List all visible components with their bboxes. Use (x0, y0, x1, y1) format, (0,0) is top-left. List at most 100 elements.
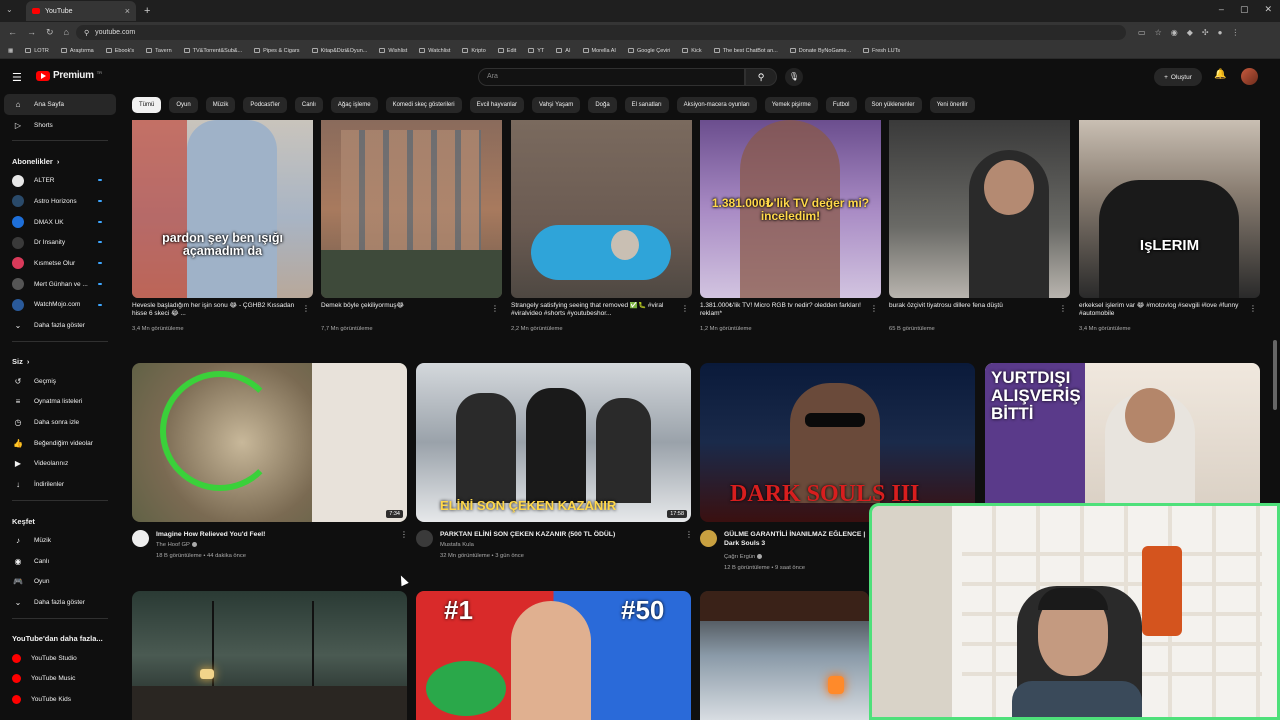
filter-chip[interactable]: Futbol (825, 97, 857, 113)
short-thumbnail[interactable] (511, 120, 692, 298)
channel-name[interactable]: Mustafa Kula (440, 542, 474, 548)
bookmark-item[interactable]: Google Çeviri (627, 48, 670, 54)
sidebar-item[interactable]: ♪ Müzik (0, 530, 120, 551)
bookmark-item[interactable]: Pipes & Cigars (254, 48, 300, 54)
maximize-icon[interactable]: ▢ (1240, 4, 1249, 15)
bookmark-item[interactable]: Wishlist (379, 48, 407, 54)
bookmark-item[interactable]: The best ChatBot an... (713, 48, 778, 54)
video-thumbnail[interactable]: 7:34 (132, 363, 407, 522)
search-button[interactable]: ⚲ (745, 68, 777, 86)
short-thumbnail[interactable]: pardon şey ben ışığı açamadım da (132, 120, 313, 298)
channel-name[interactable]: The Hoof GP (156, 542, 197, 548)
home-browser-icon[interactable]: ⌂ (64, 27, 69, 38)
bookmark-item[interactable]: Tavern (146, 48, 172, 54)
filter-chip[interactable]: Müzik (205, 97, 236, 113)
bookmark-item[interactable]: YT (528, 48, 544, 54)
bookmark-item[interactable]: Ebook's (105, 48, 134, 54)
bookmark-item[interactable]: Kripto (462, 48, 486, 54)
video-thumbnail[interactable]: ELİNİ SON ÇEKEN KAZANIR 17:58 (416, 363, 691, 522)
sidebar-item[interactable]: YouTube Kids (0, 689, 120, 710)
bookmark-star-icon[interactable]: ☆ (1155, 28, 1162, 37)
show-more-button[interactable]: ⌄ Daha fazla göster (0, 315, 120, 336)
more-options-icon[interactable]: ⋮ (491, 304, 499, 313)
sidebar-item[interactable]: ↺ Geçmiş (0, 371, 120, 392)
filter-chip[interactable]: Yeni önerilir (929, 97, 975, 113)
sidebar-item[interactable]: YouTube Studio (0, 648, 120, 669)
video-title[interactable]: Imagine How Relieved You'd Feel! (156, 530, 391, 539)
scrollbar[interactable] (1273, 340, 1277, 410)
apps-icon[interactable]: ▦ (8, 48, 13, 54)
reload-icon[interactable]: ↻ (46, 27, 54, 38)
sidebar-item[interactable]: ⌂ Ana Sayfa (4, 94, 116, 115)
sidebar-item[interactable]: ◉ Canlı (0, 551, 120, 572)
url-field[interactable]: ⚲ youtube.com (76, 25, 1126, 40)
filter-chip[interactable]: Evcil hayvanlar (469, 97, 524, 113)
short-thumbnail[interactable] (321, 120, 502, 298)
more-options-icon[interactable]: ⋮ (1059, 304, 1067, 313)
more-options-icon[interactable]: ⋮ (302, 304, 310, 313)
close-window-icon[interactable]: ✕ (1264, 4, 1272, 15)
video-title[interactable]: PARKTAN ELİNİ SON ÇEKEN KAZANIR (500 TL … (440, 530, 675, 539)
channel-avatar[interactable] (416, 530, 433, 547)
bookmark-item[interactable]: Morella AI (582, 48, 616, 54)
filter-chip[interactable]: Oyun (169, 97, 198, 113)
new-tab-icon[interactable]: + (144, 5, 150, 17)
notifications-bell-icon[interactable]: 🔔 (1214, 69, 1226, 80)
bookmark-item[interactable]: Edit (497, 48, 516, 54)
bookmark-item[interactable]: Fresh LUTs (863, 48, 900, 54)
short-title[interactable]: Strangely satisfying seeing that removed… (511, 302, 676, 320)
short-thumbnail[interactable]: IşLERIM (1079, 120, 1260, 298)
sidebar-item-channel[interactable]: ALTER (0, 170, 120, 191)
cast-icon[interactable]: ▭ (1138, 28, 1146, 37)
short-title[interactable]: erkekseI işlerim var 😂 #motovlog #sevgil… (1079, 302, 1244, 320)
back-icon[interactable]: ← (8, 27, 17, 38)
short-title[interactable]: burak özçivit tiyatrosu dillere fena düş… (889, 302, 1054, 320)
sidebar-item-channel[interactable]: Astro Horizons (0, 191, 120, 212)
filter-chip[interactable]: Podcast'ler (243, 97, 287, 113)
sidebar-item-channel[interactable]: Mert Günhan ve ... (0, 274, 120, 295)
sidebar-item[interactable]: ▷ Shorts (0, 115, 120, 136)
more-options-icon[interactable]: ⋮ (400, 530, 408, 539)
sidebar-item[interactable]: ◷ Daha sonra izle (0, 412, 120, 433)
more-options-icon[interactable]: ⋮ (685, 530, 693, 539)
puzzle-icon[interactable]: ✣ (1202, 28, 1209, 37)
bookmark-item[interactable]: AI (556, 48, 571, 54)
short-thumbnail[interactable] (889, 120, 1070, 298)
sidebar-item[interactable]: ↓ İndirilenler (0, 474, 120, 495)
short-title[interactable]: 1.381.000₺'lik TV! Micro RGB tv nedir? o… (700, 302, 865, 320)
filter-chip[interactable]: Komedi skeç gösterileri (385, 97, 462, 113)
show-more-button[interactable]: ⌄ Daha fazla göster (0, 592, 120, 613)
menu-icon[interactable]: ☰ (12, 71, 22, 84)
tab-list-icon[interactable]: ⌄ (6, 5, 13, 14)
extension-icon[interactable]: ◉ (1171, 28, 1178, 37)
more-options-icon[interactable]: ⋮ (1249, 304, 1257, 313)
bookmark-item[interactable]: LOTR (25, 48, 49, 54)
short-title[interactable]: Heveslе başladığım her işin sonu 😂 - ÇGH… (132, 302, 297, 320)
filter-chip[interactable]: Yemek pişirme (764, 97, 818, 113)
bookmark-item[interactable]: Araştırma (60, 48, 94, 54)
forward-icon[interactable]: → (27, 27, 36, 38)
filter-chip[interactable]: El sanatları (624, 97, 669, 113)
filter-chip[interactable]: Aksiyon-macera oyunları (676, 97, 757, 113)
short-thumbnail[interactable]: 1.381.000₺'lik TV değer mi? inceledim! (700, 120, 881, 298)
channel-name[interactable]: Çağrı Ergün (724, 554, 763, 560)
search-input[interactable]: Ara (478, 68, 745, 86)
sidebar-item[interactable]: 👍 Beğendiğim videolar (0, 433, 120, 454)
short-title[interactable]: Demek böyle çekiliyormuş😂 (321, 302, 486, 320)
bookmark-item[interactable]: TV&Torrent&Sub&... (183, 48, 242, 54)
avatar[interactable] (1241, 68, 1258, 85)
video-thumbnail[interactable]: #1 #50 (416, 591, 691, 720)
sidebar-item[interactable]: ▶ Videolarınız (0, 454, 120, 475)
section-title[interactable]: Siz › (0, 347, 120, 371)
profile-icon[interactable]: ● (1218, 28, 1223, 37)
filter-chip[interactable]: Ağaç işleme (330, 97, 378, 113)
bookmark-item[interactable]: Kick (682, 48, 702, 54)
browser-tab[interactable]: YouTube × (26, 1, 136, 21)
video-thumbnail[interactable]: DARK SOULS III (700, 363, 975, 522)
bookmark-item[interactable]: Kitap&Dizi&Oyun... (311, 48, 367, 54)
section-title[interactable]: Abonelikler › (0, 146, 120, 170)
menu-dots-icon[interactable]: ⋮ (1231, 28, 1239, 37)
bookmark-item[interactable]: Donate ByNoGame... (789, 48, 851, 54)
video-thumbnail[interactable] (700, 591, 869, 720)
filter-chip[interactable]: Canlı (294, 97, 323, 113)
